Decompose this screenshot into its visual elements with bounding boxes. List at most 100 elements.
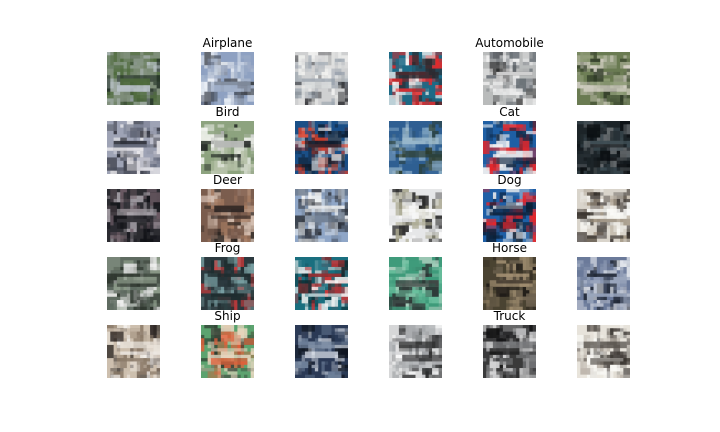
generated-sample-image-svg bbox=[201, 121, 254, 174]
sample-pixel-block bbox=[509, 263, 513, 274]
sample-pixel-block bbox=[392, 371, 396, 378]
sample-pixel-block bbox=[623, 374, 630, 378]
sample-pixel-block bbox=[593, 325, 597, 332]
sample-pixel-block bbox=[341, 296, 345, 304]
sample-pixel-block bbox=[341, 306, 348, 310]
generated-sample-image-svg bbox=[577, 189, 630, 242]
sample-pixel-block bbox=[308, 331, 312, 339]
sample-pixel-block bbox=[220, 331, 235, 342]
sample-pixel-block bbox=[492, 235, 503, 239]
sample-pixel-block bbox=[116, 192, 121, 203]
sample-pixel-block bbox=[580, 198, 587, 209]
sample-pixel-block bbox=[344, 202, 348, 216]
sample-pixel-block bbox=[389, 266, 396, 271]
sample-pixel-block bbox=[483, 58, 490, 62]
sample-pixel-block bbox=[492, 257, 507, 261]
sample-pixel-block bbox=[489, 325, 493, 329]
sample-pixel-block bbox=[422, 167, 429, 174]
sample-pixel-block bbox=[610, 328, 614, 335]
sample-pixel-block bbox=[603, 334, 611, 342]
generated-sample-image-svg bbox=[389, 189, 442, 242]
sample-pixel-block bbox=[204, 124, 215, 131]
generated-sample-thumbnail bbox=[201, 52, 254, 105]
sample-pixel-block bbox=[483, 218, 487, 223]
sample-pixel-block bbox=[603, 270, 617, 274]
sample-pixel-block bbox=[626, 88, 630, 96]
generated-sample-thumbnail bbox=[107, 121, 160, 174]
generated-sample-thumbnail bbox=[389, 325, 442, 378]
sample-pixel-block bbox=[529, 325, 533, 332]
generated-sample-thumbnail bbox=[577, 189, 630, 242]
sample-pixel-block bbox=[577, 300, 584, 310]
sample-subject-band bbox=[207, 85, 251, 92]
sample-pixel-block bbox=[398, 192, 413, 199]
generated-sample-thumbnail bbox=[577, 121, 630, 174]
sample-pixel-block bbox=[304, 198, 315, 206]
sample-pixel-block bbox=[428, 170, 439, 174]
class-label: Airplane bbox=[202, 36, 253, 50]
sample-pixel-block bbox=[311, 238, 325, 242]
sample-pixel-block bbox=[107, 257, 121, 271]
sample-pixel-block bbox=[512, 130, 517, 145]
sample-pixel-block bbox=[483, 78, 490, 82]
sample-pixel-block bbox=[577, 95, 581, 102]
sample-pixel-block bbox=[596, 91, 604, 99]
sample-pixel-block bbox=[214, 198, 225, 206]
sample-pixel-block bbox=[626, 68, 630, 72]
sample-pixel-block bbox=[220, 52, 225, 56]
sample-pixel-block bbox=[295, 235, 299, 242]
sample-pixel-block bbox=[392, 81, 396, 86]
sample-pixel-block bbox=[623, 98, 627, 105]
sample-pixel-block bbox=[483, 55, 490, 59]
sample-pixel-block bbox=[123, 260, 134, 264]
sample-pixel-block bbox=[483, 81, 490, 86]
sample-pixel-block bbox=[247, 306, 254, 310]
sample-pixel-block bbox=[247, 358, 251, 362]
sample-pixel-block bbox=[438, 266, 442, 281]
sample-subject-band bbox=[210, 215, 251, 219]
sample-pixel-block bbox=[217, 98, 221, 105]
sample-pixel-block bbox=[318, 52, 332, 56]
generated-sample-thumbnail bbox=[577, 257, 630, 310]
sample-pixel-block bbox=[616, 306, 627, 310]
sample-subject-band bbox=[590, 218, 624, 223]
sample-pixel-block bbox=[113, 150, 117, 155]
sample-pixel-block bbox=[113, 238, 117, 242]
sample-pixel-block bbox=[204, 228, 218, 239]
sample-pixel-block bbox=[580, 270, 587, 281]
sample-pixel-block bbox=[600, 134, 604, 141]
sample-pixel-block bbox=[483, 358, 487, 362]
sample-pixel-block bbox=[516, 130, 527, 138]
sample-pixel-block bbox=[435, 78, 442, 82]
sample-pixel-block bbox=[146, 222, 151, 229]
sample-pixel-block bbox=[338, 52, 342, 59]
sample-pixel-block bbox=[314, 147, 319, 151]
sample-pixel-block bbox=[483, 189, 490, 193]
sample-pixel-block bbox=[408, 371, 416, 375]
sample-subject-band bbox=[583, 341, 627, 349]
sample-pixel-block bbox=[580, 65, 584, 69]
sample-subject-band bbox=[395, 88, 426, 92]
generated-sample-image-svg bbox=[483, 121, 536, 174]
class-label: Truck bbox=[493, 309, 526, 323]
sample-pixel-block bbox=[250, 290, 254, 301]
sample-pixel-block bbox=[150, 65, 160, 69]
sample-pixel-block bbox=[438, 290, 442, 294]
sample-pixel-block bbox=[392, 325, 396, 335]
class-label: Cat bbox=[499, 105, 520, 119]
sample-pixel-block bbox=[415, 124, 426, 128]
sample-pixel-block bbox=[113, 198, 117, 203]
sample-pixel-block bbox=[610, 235, 624, 239]
sample-pixel-block bbox=[398, 160, 406, 165]
sample-pixel-block bbox=[143, 235, 157, 239]
sample-pixel-block bbox=[301, 368, 305, 372]
sample-pixel-block bbox=[214, 68, 221, 76]
sample-pixel-block bbox=[230, 134, 235, 141]
sample-pixel-block bbox=[483, 124, 493, 128]
generated-sample-image-svg bbox=[389, 325, 442, 378]
sample-pixel-block bbox=[107, 293, 117, 297]
generated-sample-thumbnail bbox=[389, 189, 442, 242]
generated-sample-thumbnail bbox=[483, 121, 536, 174]
sample-subject-band bbox=[492, 341, 536, 349]
sample-subject-band bbox=[489, 147, 527, 151]
